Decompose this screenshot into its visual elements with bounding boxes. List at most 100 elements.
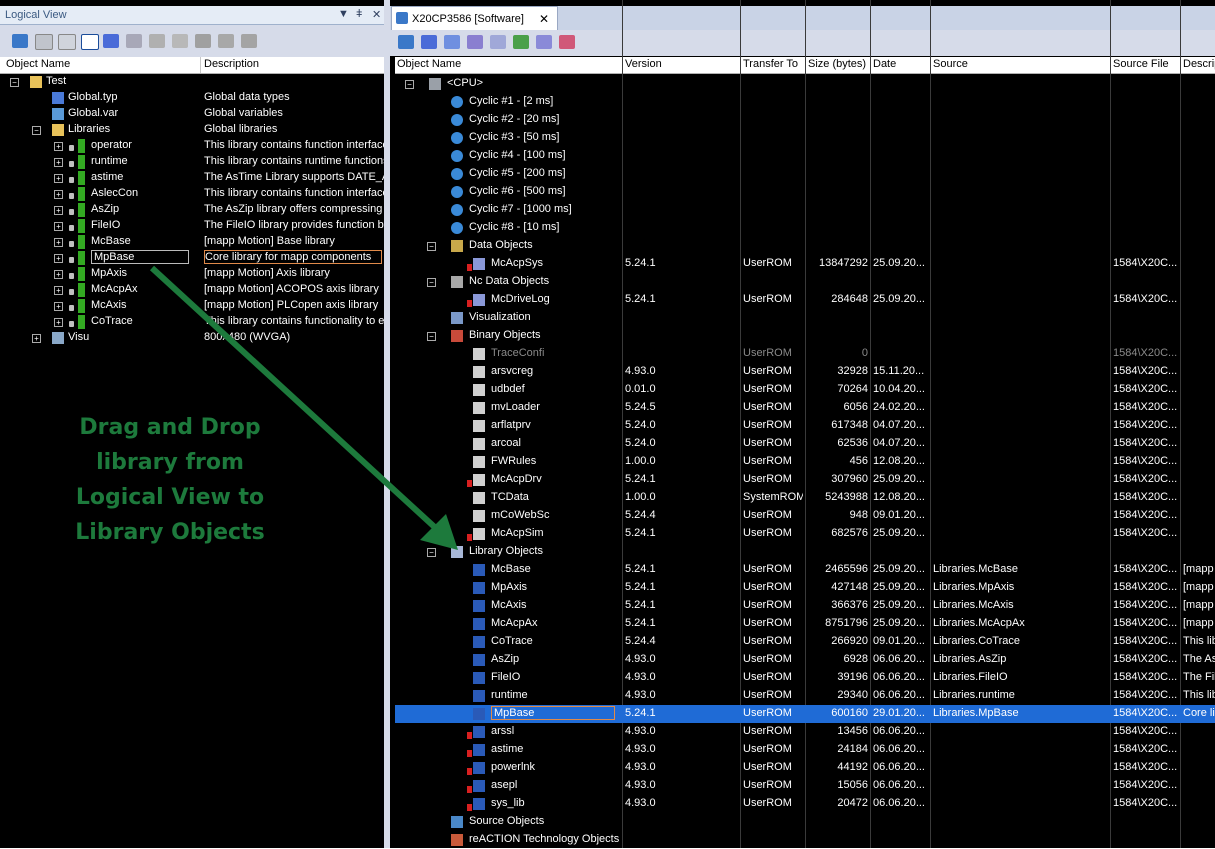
table-row[interactable]: astime 4.93.0 UserROM 24184 06.06.20... 1584\… xyxy=(395,741,1215,759)
compile-icon[interactable] xyxy=(103,34,119,48)
new-object-icon[interactable] xyxy=(398,35,414,49)
table-row[interactable]: Cyclic #1 - [2 ms] xyxy=(395,93,1215,111)
expand-icon[interactable]: + xyxy=(54,190,63,199)
table-row[interactable]: Cyclic #8 - [10 ms] xyxy=(395,219,1215,237)
rebuild-icon[interactable] xyxy=(444,35,460,49)
table-row[interactable]: MpBase 5.24.1 UserROM 600160 29.01.20... Libr… xyxy=(395,705,1215,723)
tree-item[interactable]: − Libraries Global libraries xyxy=(0,122,384,138)
tree-item[interactable]: + astime The AsTime Library supports DATE_… xyxy=(0,170,384,186)
tree-item[interactable]: − Test xyxy=(0,74,384,90)
delete-icon[interactable] xyxy=(559,35,575,49)
refresh-icon[interactable] xyxy=(536,35,552,49)
monitor-icon[interactable] xyxy=(513,35,529,49)
table-row[interactable]: − Binary Objects xyxy=(395,327,1215,345)
collapse-icon[interactable]: − xyxy=(427,332,436,341)
expand-icon[interactable]: + xyxy=(54,174,63,183)
expand-icon[interactable]: + xyxy=(54,286,63,295)
tree-item[interactable]: + McAcpAx [mapp Motion] ACOPOS axis librar… xyxy=(0,282,384,298)
properties-icon[interactable] xyxy=(35,34,53,50)
collapse-icon[interactable]: − xyxy=(405,80,414,89)
table-row[interactable]: − Data Objects xyxy=(395,237,1215,255)
table-row[interactable]: sys_lib 4.93.0 UserROM 20472 06.06.20... 1584… xyxy=(395,795,1215,813)
table-row[interactable]: − Nc Data Objects xyxy=(395,273,1215,291)
table-row[interactable]: arcoal 5.24.0 UserROM 62536 04.07.20... 1584\… xyxy=(395,435,1215,453)
table-row[interactable]: McBase 5.24.1 UserROM 2465596 25.09.20... Lib… xyxy=(395,561,1215,579)
table-row[interactable]: reACTION Technology Objects xyxy=(395,831,1215,849)
collapse-icon[interactable]: − xyxy=(10,78,19,87)
monitor-icon[interactable] xyxy=(195,34,211,48)
table-row[interactable]: McAcpDrv 5.24.1 UserROM 307960 25.09.20... 15… xyxy=(395,471,1215,489)
table-row[interactable]: asepl 4.93.0 UserROM 15056 06.06.20... 1584\X… xyxy=(395,777,1215,795)
column-header[interactable]: Transfer To xyxy=(743,58,798,70)
expand-icon[interactable]: + xyxy=(54,238,63,247)
table-row[interactable]: Cyclic #3 - [50 ms] xyxy=(395,129,1215,147)
tree-item[interactable]: + CoTrace This library contains functional… xyxy=(0,314,384,330)
upload-icon[interactable] xyxy=(149,34,165,48)
help-icon[interactable] xyxy=(81,34,99,50)
table-row[interactable]: McAcpAx 5.24.1 UserROM 8751796 25.09.20... Li… xyxy=(395,615,1215,633)
table-row[interactable]: Visualization xyxy=(395,309,1215,327)
table-row[interactable]: mvLoader 5.24.5 UserROM 6056 24.02.20... 1584… xyxy=(395,399,1215,417)
table-row[interactable]: − Library Objects xyxy=(395,543,1215,561)
edit-icon[interactable] xyxy=(490,35,506,49)
tab-software[interactable]: X20CP3586 [Software] ✕ xyxy=(391,6,558,31)
column-object-name[interactable]: Object Name xyxy=(6,58,70,70)
table-row[interactable]: FWRules 1.00.0 UserROM 456 12.08.20... 1584\X… xyxy=(395,453,1215,471)
tree-item[interactable]: Global.var Global variables xyxy=(0,106,384,122)
tree-item[interactable]: + McBase [mapp Motion] Base library xyxy=(0,234,384,250)
tree-item[interactable]: + FileIO The FileIO library provides funct… xyxy=(0,218,384,234)
expand-icon[interactable]: + xyxy=(54,254,63,263)
tree-item[interactable]: Global.typ Global data types xyxy=(0,90,384,106)
table-row[interactable]: udbdef 0.01.0 UserROM 70264 10.04.20... 1584\… xyxy=(395,381,1215,399)
tree-item[interactable]: + MpAxis [mapp Motion] Axis library xyxy=(0,266,384,282)
collapse-icon[interactable]: − xyxy=(427,278,436,287)
edit-icon[interactable] xyxy=(172,34,188,48)
tree-item[interactable]: + McAxis [mapp Motion] PLCopen axis librar… xyxy=(0,298,384,314)
column-description[interactable]: Description xyxy=(204,58,259,70)
column-header[interactable]: Source File xyxy=(1113,58,1169,70)
print-icon[interactable] xyxy=(218,34,234,48)
expand-icon[interactable]: + xyxy=(54,142,63,151)
compile-icon[interactable] xyxy=(421,35,437,49)
table-row[interactable]: Cyclic #5 - [200 ms] xyxy=(395,165,1215,183)
table-row[interactable]: arsvcreg 4.93.0 UserROM 32928 15.11.20... 158… xyxy=(395,363,1215,381)
expand-icon[interactable]: + xyxy=(32,334,41,343)
table-row[interactable]: arssl 4.93.0 UserROM 13456 06.06.20... 1584\X… xyxy=(395,723,1215,741)
column-divider[interactable] xyxy=(200,57,201,73)
column-header[interactable]: Version xyxy=(625,58,662,70)
table-row[interactable]: runtime 4.93.0 UserROM 29340 06.06.20... Libr… xyxy=(395,687,1215,705)
tree-item[interactable]: + AslecCon This library contains function … xyxy=(0,186,384,202)
table-row[interactable]: McAcpSim 5.24.1 UserROM 682576 25.09.20... 15… xyxy=(395,525,1215,543)
tree-item[interactable]: + AsZip The AsZip library offers compressi… xyxy=(0,202,384,218)
table-row[interactable]: MpAxis 5.24.1 UserROM 427148 25.09.20... Libr… xyxy=(395,579,1215,597)
table-row[interactable]: Source Objects xyxy=(395,813,1215,831)
column-header[interactable]: Object Name xyxy=(397,58,461,70)
transfer-icon[interactable] xyxy=(126,34,142,48)
table-row[interactable]: McAxis 5.24.1 UserROM 366376 25.09.20... Libr… xyxy=(395,597,1215,615)
table-icon[interactable] xyxy=(58,34,76,50)
tree-item[interactable]: + MpBase Core library for mapp components xyxy=(0,250,384,266)
expand-icon[interactable]: + xyxy=(54,302,63,311)
expand-icon[interactable]: + xyxy=(54,318,63,327)
table-row[interactable]: FileIO 4.93.0 UserROM 39196 06.06.20... Libra… xyxy=(395,669,1215,687)
table-row[interactable]: Cyclic #6 - [500 ms] xyxy=(395,183,1215,201)
tools-icon[interactable] xyxy=(241,34,257,48)
collapse-icon[interactable]: − xyxy=(32,126,41,135)
table-row[interactable]: AsZip 4.93.0 UserROM 6928 06.06.20... Librari… xyxy=(395,651,1215,669)
column-header[interactable]: Descrip xyxy=(1183,58,1215,70)
tab-close-icon[interactable]: ✕ xyxy=(539,12,549,26)
table-row[interactable]: powerlnk 4.93.0 UserROM 44192 06.06.20... 158… xyxy=(395,759,1215,777)
expand-icon[interactable]: + xyxy=(54,158,63,167)
table-row[interactable]: mCoWebSc 5.24.4 UserROM 948 09.01.20... 1584\… xyxy=(395,507,1215,525)
table-row[interactable]: Cyclic #7 - [1000 ms] xyxy=(395,201,1215,219)
transfer-icon[interactable] xyxy=(467,35,483,49)
expand-icon[interactable]: + xyxy=(54,270,63,279)
expand-icon[interactable]: + xyxy=(54,222,63,231)
table-row[interactable]: TCData 1.00.0 SystemROM 5243988 12.08.20... 1… xyxy=(395,489,1215,507)
table-row[interactable]: McAcpSys 5.24.1 UserROM 13847292 25.09.20...… xyxy=(395,255,1215,273)
dropdown-icon[interactable]: ▼ xyxy=(338,8,349,20)
collapse-icon[interactable]: − xyxy=(427,548,436,557)
table-row[interactable]: Cyclic #2 - [20 ms] xyxy=(395,111,1215,129)
table-row[interactable]: Cyclic #4 - [100 ms] xyxy=(395,147,1215,165)
column-header[interactable]: Source xyxy=(933,58,968,70)
